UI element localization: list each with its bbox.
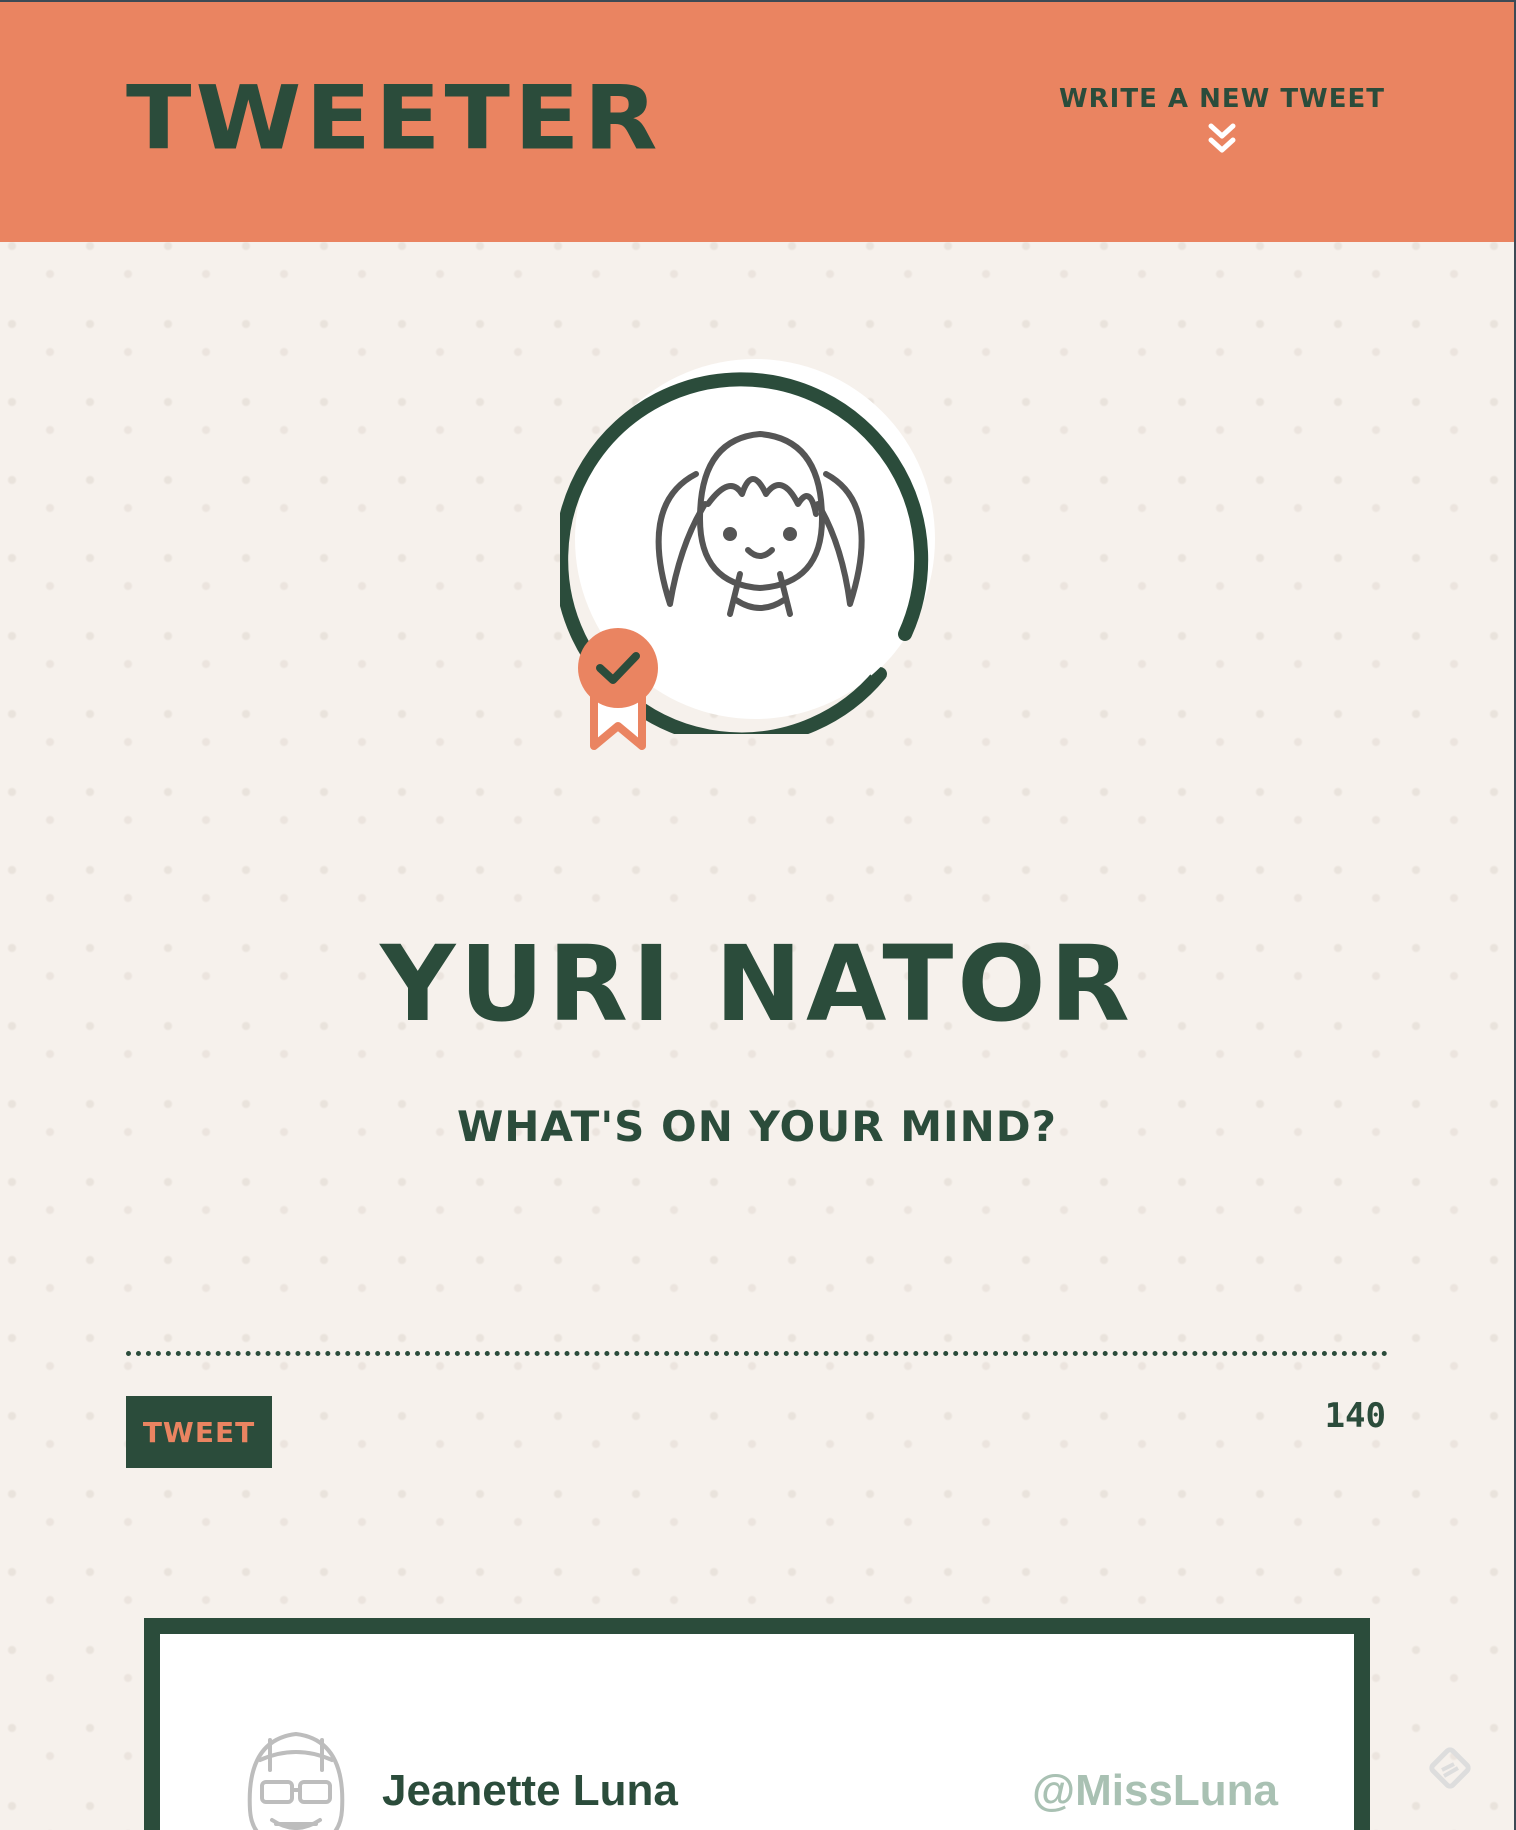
write-new-tweet-label[interactable]: WRITE A NEW TWEET	[1059, 84, 1385, 114]
tweet-text-input[interactable]	[126, 1180, 1388, 1356]
compose-prompt-label: WHAT'S ON YOUR MIND?	[456, 1102, 1058, 1151]
tweet-author-handle: @MissLuna	[1032, 1766, 1278, 1815]
verified-ribbon-badge-icon	[578, 628, 658, 750]
tweet-author-name: Jeanette Luna	[382, 1766, 678, 1815]
character-counter: 140	[1324, 1396, 1386, 1436]
feed-float-icon[interactable]	[1424, 1742, 1476, 1794]
profile-avatar	[560, 344, 950, 750]
profile-name: YURI NATOR	[380, 922, 1134, 1045]
write-new-tweet-toggle[interactable]: WRITE A NEW TWEET	[1059, 84, 1385, 158]
top-nav: TWEETER WRITE A NEW TWEET	[0, 0, 1514, 242]
tweet-submit-button[interactable]: TWEET	[126, 1396, 272, 1468]
double-chevron-down-icon[interactable]	[1205, 122, 1239, 158]
page: TWEETER WRITE A NEW TWEET YURI NATOR WHA…	[0, 0, 1516, 1830]
tweet-card: Jeanette Luna @MissLuna	[144, 1618, 1370, 1830]
window-top-edge	[0, 0, 1516, 2]
brand-logo[interactable]: TWEETER	[126, 74, 662, 162]
football-helmet-avatar-icon	[247, 1732, 345, 1830]
